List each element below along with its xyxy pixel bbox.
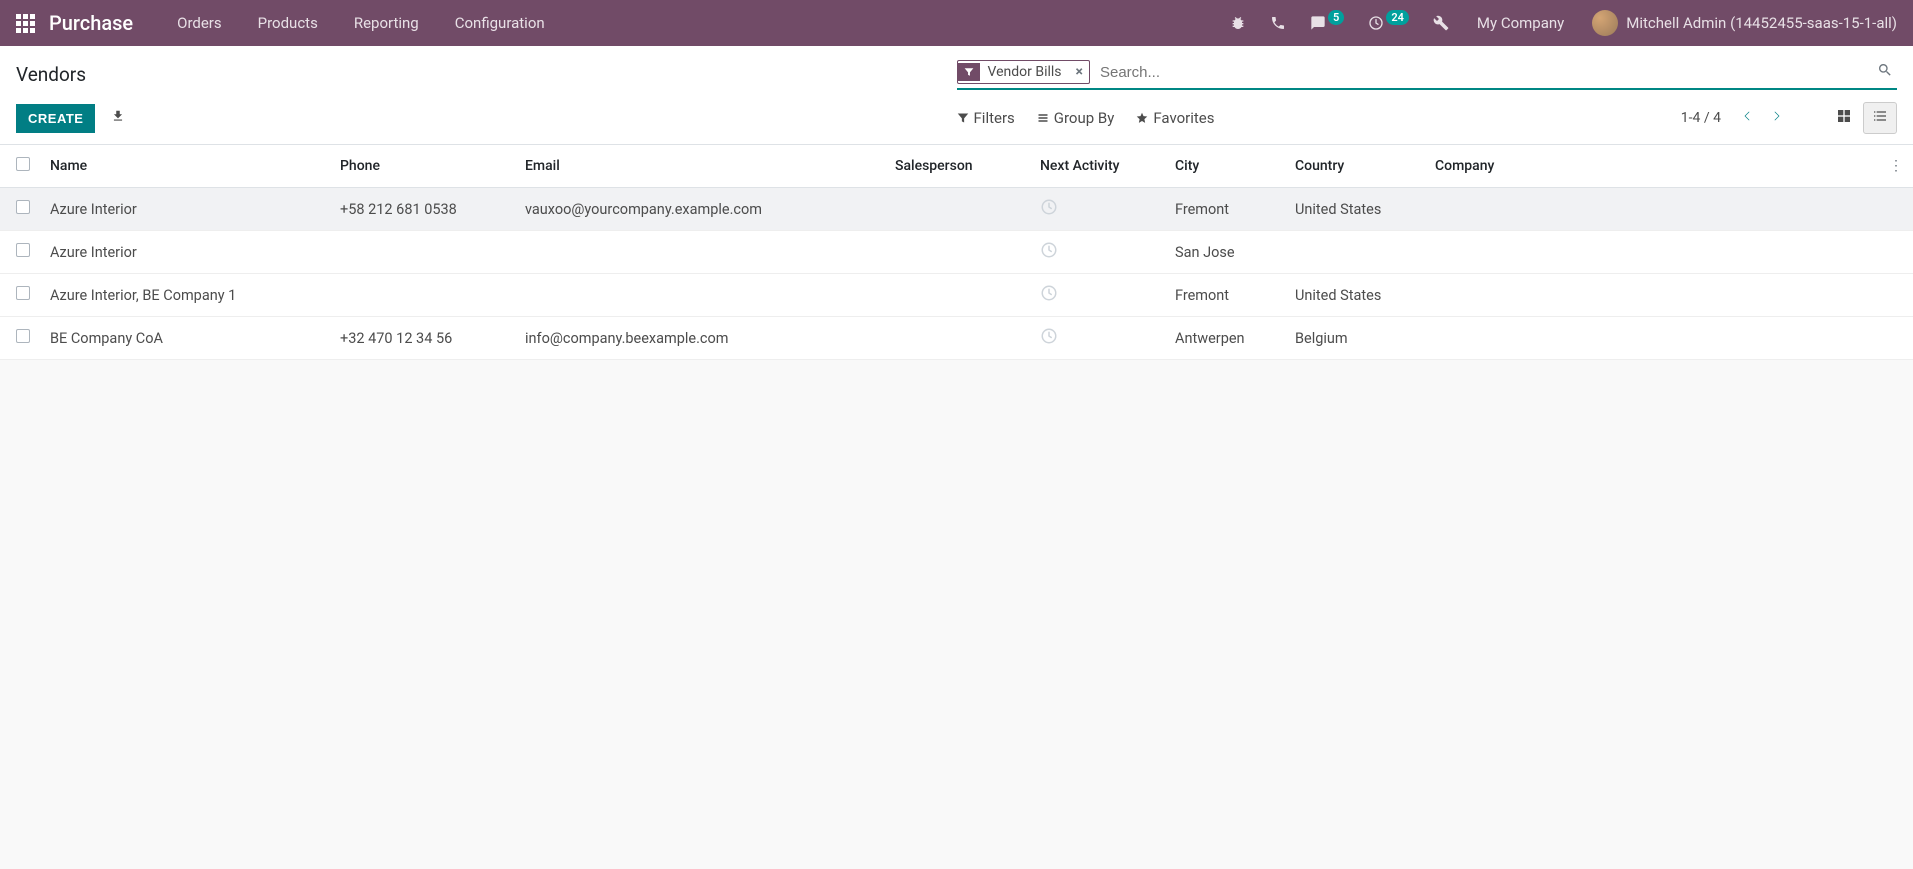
row-checkbox[interactable] (16, 200, 30, 214)
cell-next-activity[interactable] (1030, 274, 1165, 317)
breadcrumb: Vendors (16, 63, 86, 86)
menu-orders[interactable]: Orders (163, 6, 236, 40)
cell-country: United States (1285, 188, 1425, 231)
cell-city: Fremont (1165, 188, 1285, 231)
menu-configuration[interactable]: Configuration (441, 6, 559, 40)
cell-country: Belgium (1285, 317, 1425, 360)
activities-badge: 24 (1386, 10, 1409, 25)
cell-country: United States (1285, 274, 1425, 317)
cell-salesperson (885, 188, 1030, 231)
table-row[interactable]: BE Company CoA +32 470 12 34 56 info@com… (0, 317, 1913, 360)
group-by-label: Group By (1054, 109, 1115, 127)
search-icon[interactable] (1873, 58, 1897, 86)
table-row[interactable]: Azure Interior, BE Company 1 Fremont Uni… (0, 274, 1913, 317)
messages-icon[interactable]: 5 (1300, 9, 1354, 37)
kanban-view-button[interactable] (1827, 102, 1861, 134)
facet-label: Vendor Bills (980, 61, 1070, 83)
app-brand[interactable]: Purchase (49, 11, 133, 35)
tools-icon[interactable] (1423, 9, 1459, 37)
filters-label: Filters (974, 109, 1015, 127)
column-country[interactable]: Country (1285, 145, 1425, 188)
systray: 5 24 My Company Mitchell Admin (14452455… (1220, 9, 1897, 37)
cell-phone (330, 231, 515, 274)
top-navbar: Purchase Orders Products Reporting Confi… (0, 0, 1913, 46)
cell-phone: +32 470 12 34 56 (330, 317, 515, 360)
column-salesperson[interactable]: Salesperson (885, 145, 1030, 188)
cell-city: Antwerpen (1165, 317, 1285, 360)
messages-badge: 5 (1328, 10, 1344, 25)
select-all-checkbox[interactable] (16, 157, 30, 171)
menu-reporting[interactable]: Reporting (340, 6, 433, 40)
cell-company (1425, 317, 1879, 360)
table-row[interactable]: Azure Interior San Jose (0, 231, 1913, 274)
cell-city: Fremont (1165, 274, 1285, 317)
debug-icon[interactable] (1220, 9, 1256, 37)
cell-email: info@company.beexample.com (515, 317, 885, 360)
table-header-row: Name Phone Email Salesperson Next Activi… (0, 145, 1913, 188)
create-button[interactable]: CREATE (16, 104, 95, 133)
row-checkbox[interactable] (16, 286, 30, 300)
import-button[interactable] (105, 105, 131, 131)
company-switcher[interactable]: My Company (1463, 14, 1578, 32)
user-menu[interactable]: Mitchell Admin (14452455-saas-15-1-all) (1582, 10, 1897, 36)
control-panel: Vendors Vendor Bills × CREATE (0, 46, 1913, 145)
activities-icon[interactable]: 24 (1358, 9, 1419, 37)
cell-phone: +58 212 681 0538 (330, 188, 515, 231)
cell-next-activity[interactable] (1030, 231, 1165, 274)
apps-grid-icon[interactable] (16, 14, 35, 33)
cell-city: San Jose (1165, 231, 1285, 274)
user-name: Mitchell Admin (14452455-saas-15-1-all) (1626, 14, 1897, 32)
main-menu: Orders Products Reporting Configuration (163, 6, 559, 40)
pager-value[interactable]: 1-4 / 4 (1681, 110, 1721, 126)
cell-salesperson (885, 317, 1030, 360)
search-facet-vendor-bills: Vendor Bills × (957, 60, 1090, 84)
row-checkbox[interactable] (16, 329, 30, 343)
cell-salesperson (885, 274, 1030, 317)
cell-name: Azure Interior (40, 188, 330, 231)
favorites-label: Favorites (1153, 109, 1214, 127)
menu-products[interactable]: Products (244, 6, 332, 40)
column-email[interactable]: Email (515, 145, 885, 188)
cell-company (1425, 188, 1879, 231)
cell-email (515, 274, 885, 317)
cell-company (1425, 231, 1879, 274)
cell-name: BE Company CoA (40, 317, 330, 360)
row-checkbox[interactable] (16, 243, 30, 257)
cell-country (1285, 231, 1425, 274)
cell-phone (330, 274, 515, 317)
cell-next-activity[interactable] (1030, 317, 1165, 360)
pager: 1-4 / 4 (1681, 104, 1791, 132)
column-name[interactable]: Name (40, 145, 330, 188)
cell-salesperson (885, 231, 1030, 274)
list-view: Name Phone Email Salesperson Next Activi… (0, 145, 1913, 360)
column-phone[interactable]: Phone (330, 145, 515, 188)
filters-button[interactable]: Filters (957, 109, 1015, 127)
cell-email: vauxoo@yourcompany.example.com (515, 188, 885, 231)
search-input[interactable] (1096, 60, 1873, 85)
pager-prev-button[interactable] (1733, 104, 1761, 132)
column-company[interactable]: Company (1425, 145, 1879, 188)
cell-email (515, 231, 885, 274)
pager-next-button[interactable] (1763, 104, 1791, 132)
cell-name: Azure Interior (40, 231, 330, 274)
cell-name: Azure Interior, BE Company 1 (40, 274, 330, 317)
filter-icon (958, 63, 980, 81)
list-view-button[interactable] (1863, 102, 1897, 134)
column-next-activity[interactable]: Next Activity (1030, 145, 1165, 188)
avatar (1592, 10, 1618, 36)
column-city[interactable]: City (1165, 145, 1285, 188)
column-options-button[interactable]: ⋮ (1879, 145, 1913, 188)
group-by-button[interactable]: Group By (1037, 109, 1115, 127)
cell-next-activity[interactable] (1030, 188, 1165, 231)
facet-remove-button[interactable]: × (1070, 61, 1089, 83)
phone-icon[interactable] (1260, 9, 1296, 37)
favorites-button[interactable]: Favorites (1136, 109, 1214, 127)
table-row[interactable]: Azure Interior +58 212 681 0538 vauxoo@y… (0, 188, 1913, 231)
search-bar: Vendor Bills × (957, 58, 1898, 90)
cell-company (1425, 274, 1879, 317)
